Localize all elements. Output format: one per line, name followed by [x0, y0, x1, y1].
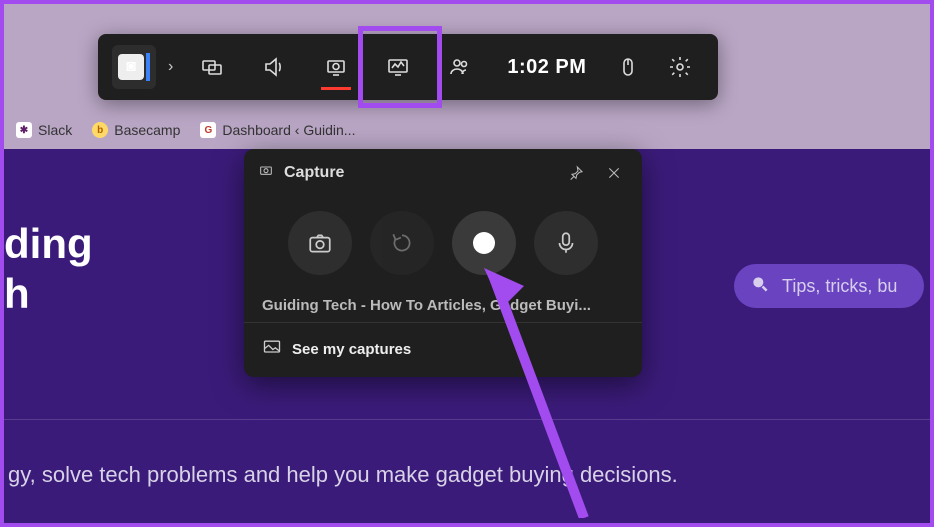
close-button[interactable] — [600, 159, 628, 187]
mic-button[interactable] — [534, 211, 598, 275]
gt-icon: G — [200, 122, 216, 138]
headline-frag-1: ding — [4, 219, 93, 269]
roblox-icon: ◙ — [118, 54, 144, 80]
bookmark-dashboard[interactable]: G Dashboard ‹ Guidin... — [200, 122, 355, 138]
capture-actions — [244, 197, 642, 285]
headline-frag-2: h — [4, 269, 93, 319]
active-indicator — [321, 87, 351, 90]
search-icon — [750, 274, 770, 299]
capture-button[interactable] — [307, 38, 365, 96]
chevron-right-icon[interactable]: › — [162, 58, 179, 76]
settings-button[interactable] — [656, 38, 704, 96]
clock: 1:02 PM — [493, 56, 600, 79]
active-app-tile[interactable]: ◙ — [112, 45, 156, 89]
see-captures-button[interactable]: See my captures — [244, 322, 642, 377]
pin-button[interactable] — [562, 159, 590, 187]
sub-headline: gy, solve tech problems and help you mak… — [8, 462, 678, 488]
audio-button[interactable] — [245, 38, 303, 96]
see-captures-label: See my captures — [292, 341, 411, 358]
search-placeholder: Tips, tricks, bu — [782, 276, 897, 297]
xbox-game-bar: ◙ › 1:02 PM — [98, 34, 718, 100]
bookmark-label: Dashboard ‹ Guidin... — [222, 122, 355, 138]
capture-title: Capture — [284, 164, 552, 182]
bookmark-slack[interactable]: ✱ Slack — [16, 122, 72, 138]
search-input[interactable]: Tips, tricks, bu — [734, 264, 924, 308]
capture-context-line: Guiding Tech - How To Articles, Gadget B… — [244, 285, 642, 322]
bookmark-basecamp[interactable]: b Basecamp — [92, 122, 180, 138]
gallery-icon — [262, 337, 282, 361]
capture-title-icon — [258, 163, 274, 184]
start-recording-button[interactable] — [452, 211, 516, 275]
xbox-social-button[interactable] — [431, 38, 489, 96]
record-icon — [473, 232, 495, 254]
capture-panel: Capture Guiding Tech - How To Articles, … — [244, 149, 642, 377]
headline: ding h — [4, 219, 93, 320]
basecamp-icon: b — [92, 122, 108, 138]
bookmark-label: Slack — [38, 122, 72, 138]
record-last-button[interactable] — [370, 211, 434, 275]
capture-header: Capture — [244, 149, 642, 197]
screenshot-button[interactable] — [288, 211, 352, 275]
widgets-button[interactable] — [183, 38, 241, 96]
slack-icon: ✱ — [16, 122, 32, 138]
divider — [4, 419, 930, 420]
bookmark-label: Basecamp — [114, 122, 180, 138]
mouse-button[interactable] — [604, 38, 652, 96]
performance-button[interactable] — [369, 38, 427, 96]
app-accent — [146, 53, 150, 81]
bookmarks-bar: ✱ Slack b Basecamp G Dashboard ‹ Guidin.… — [16, 122, 355, 138]
